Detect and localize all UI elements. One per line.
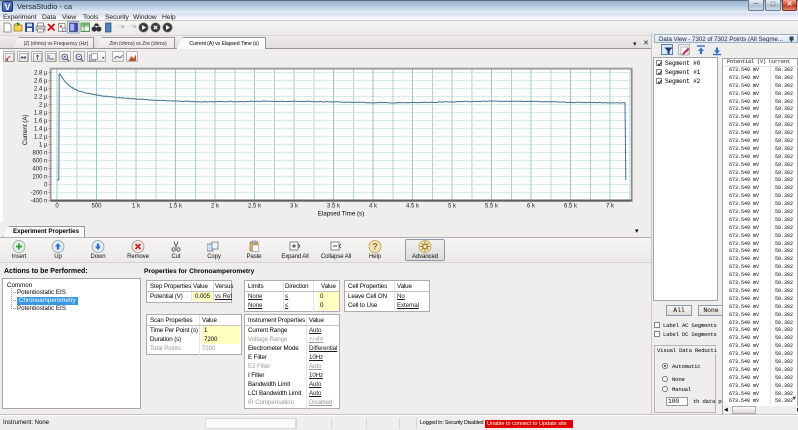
svg-text:1.8 µ: 1.8 µ: [34, 111, 48, 117]
svg-text:2 µ: 2 µ: [39, 103, 48, 109]
svg-text:5 k: 5 k: [448, 204, 457, 210]
svg-text:4.5 k: 4.5 k: [406, 204, 420, 210]
svg-text:1 µ: 1 µ: [39, 143, 48, 149]
svg-text:7 k: 7 k: [606, 204, 615, 210]
svg-text:5.5 k: 5.5 k: [485, 204, 499, 210]
svg-text:2.5 k: 2.5 k: [248, 204, 262, 210]
svg-text:500: 500: [91, 204, 102, 210]
svg-text:4 k: 4 k: [369, 204, 378, 210]
svg-text:3 k: 3 k: [290, 204, 299, 210]
svg-text:2.2 µ: 2.2 µ: [34, 95, 48, 101]
svg-text:?: ?: [372, 242, 378, 252]
svg-text:0: 0: [55, 204, 59, 210]
svg-text:Current (A): Current (A): [22, 114, 29, 145]
svg-text:6.5 k: 6.5 k: [564, 204, 578, 210]
svg-text:1.4 µ: 1.4 µ: [34, 127, 48, 133]
svg-text:0: 0: [44, 183, 48, 189]
svg-text:-200 n: -200 n: [30, 191, 47, 197]
svg-text:2.8 µ: 2.8 µ: [34, 71, 48, 77]
svg-text:1.2 µ: 1.2 µ: [34, 135, 48, 141]
svg-text:2.4 µ: 2.4 µ: [34, 87, 48, 93]
svg-text:400 n: 400 n: [32, 167, 47, 173]
svg-text:3.5 k: 3.5 k: [327, 204, 341, 210]
svg-text:-400 n: -400 n: [30, 199, 47, 205]
svg-text:2.6 µ: 2.6 µ: [34, 79, 48, 85]
svg-text:2 k: 2 k: [211, 204, 220, 210]
svg-text:200 n: 200 n: [32, 175, 47, 181]
svg-text:800 n: 800 n: [32, 151, 47, 157]
svg-text:Elapsed Time (s): Elapsed Time (s): [318, 211, 364, 218]
svg-text:6 k: 6 k: [527, 204, 536, 210]
svg-text:1 k: 1 k: [132, 204, 141, 210]
svg-text:1.5 k: 1.5 k: [169, 204, 183, 210]
svg-text:600 n: 600 n: [32, 159, 47, 165]
svg-text:1.6 µ: 1.6 µ: [34, 119, 48, 125]
